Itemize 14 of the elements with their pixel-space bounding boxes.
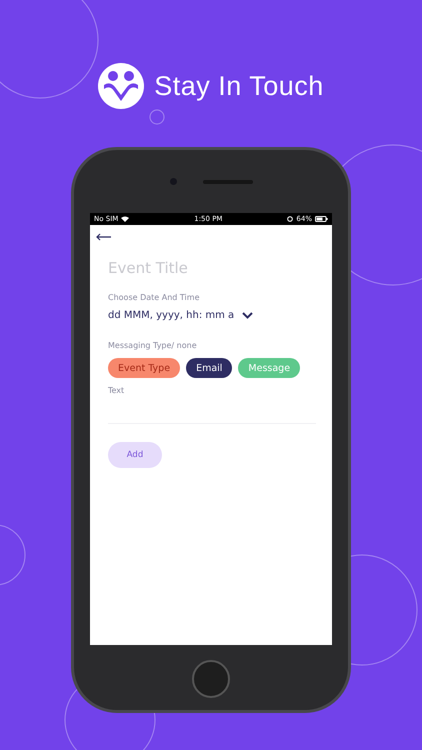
date-label: Choose Date And Time [108,293,200,302]
wifi-icon [121,216,130,222]
app-title: Stay In Touch [154,70,324,102]
type-chip[interactable]: Event Type [108,358,180,378]
logo-icon [98,63,144,109]
battery-icon [314,216,328,222]
date-time-value[interactable]: dd MMM, yyyy, hh: mm a [108,310,234,321]
add-button[interactable]: Add [108,442,162,468]
type-chip[interactable]: Message [238,358,300,378]
chevron-down-icon[interactable] [242,312,254,319]
messaging-type-label: Messaging Type/ none [108,341,198,350]
type-chip[interactable]: Email [186,358,232,378]
text-label: Text [108,386,126,395]
back-arrow-icon[interactable] [96,233,112,241]
